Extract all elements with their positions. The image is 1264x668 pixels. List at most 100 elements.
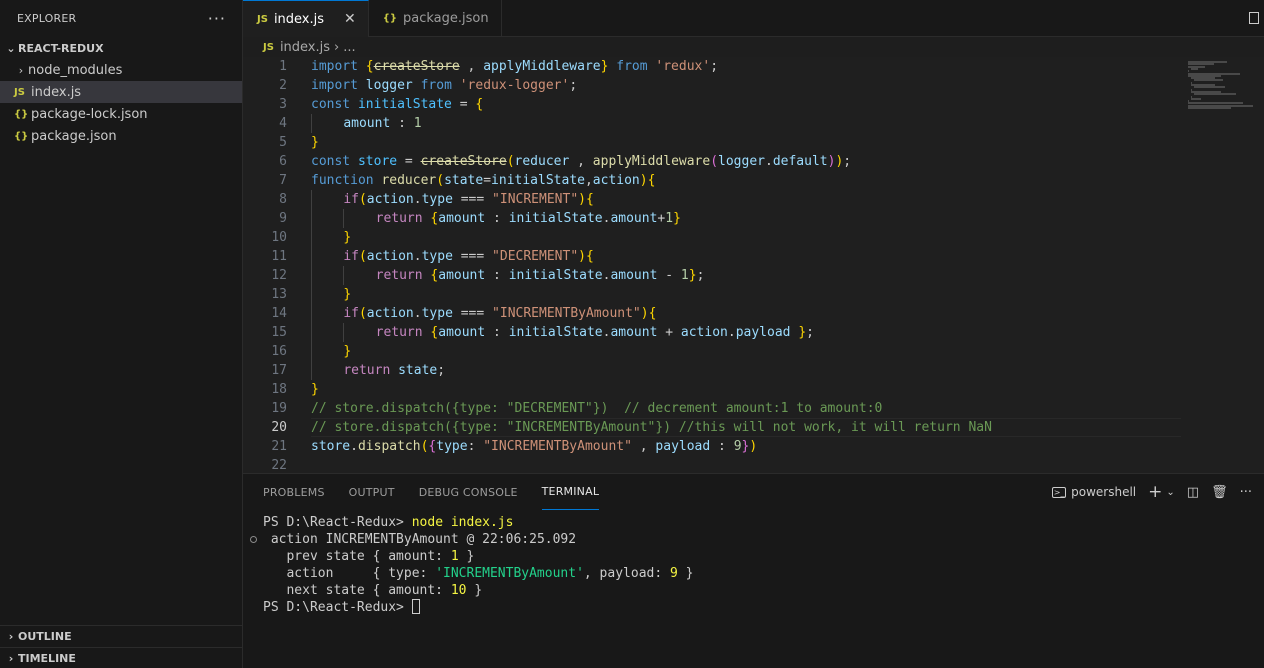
tree-item-node-modules[interactable]: › node_modules [0, 59, 242, 81]
code-editor[interactable]: 1 2 3 4 5 6 7 8 9 10 11 12 13 14 15 16 17 18 19 20 21 22 impo… [243, 57, 1264, 473]
editor-tab-bar: JS index.js ✕ {} package.json [243, 0, 1264, 37]
code-line[interactable]: import logger from 'redux-logger'; [311, 76, 1181, 95]
terminal-line: action { type: 'INCREMENTByAmount', payl… [263, 565, 693, 582]
terminal-profile-button[interactable]: >_ powershell [1052, 485, 1136, 499]
code-line[interactable]: } [311, 228, 1181, 247]
trash-icon[interactable]: 🗑 [1211, 485, 1228, 500]
terminal-line: action INCREMENTByAmount @ 22:06:25.092 [250, 531, 693, 548]
tree-item-package-lock-json[interactable]: {} package-lock.json [0, 103, 242, 125]
shell-name: powershell [1071, 485, 1137, 499]
log-prev-value: 1 [450, 549, 459, 564]
json-file-icon: {} [14, 108, 29, 120]
line-number: 19 [271, 401, 287, 416]
code-line[interactable]: return {amount : initialState.amount + a… [311, 323, 1181, 342]
code-line[interactable]: } [311, 285, 1181, 304]
split-editor-icon[interactable] [1244, 0, 1264, 36]
ellipsis-icon[interactable]: ··· [208, 9, 226, 28]
line-number: 22 [271, 458, 287, 473]
code-line[interactable]: function reducer(state=initialState,acti… [311, 171, 1181, 190]
code-line[interactable]: // store.dispatch({type: "INCREMENTByAmo… [311, 418, 1181, 437]
tab-package-json[interactable]: {} package.json [369, 0, 502, 37]
line-number: 9 [279, 211, 287, 226]
line-number: 11 [271, 249, 287, 264]
explorer-title: EXPLORER [17, 12, 77, 25]
log-prev-label: prev state { amount: [263, 549, 451, 564]
tab-output[interactable]: OUTPUT [349, 474, 395, 510]
log-prev-close: } [458, 549, 475, 564]
plus-icon: + [1148, 482, 1163, 502]
tree-item-label: package-lock.json [31, 106, 148, 122]
breadcrumb-symbols[interactable]: ... [343, 40, 355, 55]
line-number: 1 [279, 59, 287, 74]
js-file-icon: JS [14, 86, 25, 98]
terminal-line: prev state { amount: 1 } [263, 548, 693, 565]
code-line[interactable]: import {createStore , applyMiddleware} f… [311, 57, 1181, 76]
close-icon[interactable]: ✕ [344, 11, 356, 27]
tab-debug-console[interactable]: DEBUG CONSOLE [419, 474, 518, 510]
tree-item-label: package.json [31, 128, 117, 144]
chevron-down-icon: ⌄ [1166, 486, 1175, 498]
tab-problems[interactable]: PROBLEMS [263, 474, 325, 510]
code-line[interactable]: store.dispatch({type: "INCREMENTByAmount… [311, 437, 1181, 456]
line-number: 14 [271, 306, 287, 321]
code-line[interactable]: } [311, 133, 1181, 152]
timeline-section-header[interactable]: › TIMELINE [0, 647, 243, 668]
code-line[interactable]: const initialState = { [311, 95, 1181, 114]
tab-index-js[interactable]: JS index.js ✕ [243, 0, 369, 37]
code-line[interactable]: return {amount : initialState.amount+1} [311, 209, 1181, 228]
log-next-label: next state { amount: [263, 583, 451, 598]
line-number: 8 [279, 192, 287, 207]
tab-terminal[interactable]: TERMINAL [541, 474, 600, 510]
breadcrumb-file[interactable]: index.js [280, 40, 330, 55]
code-line[interactable]: return {amount : initialState.amount - 1… [311, 266, 1181, 285]
line-number: 5 [279, 135, 287, 150]
ellipsis-icon[interactable]: ··· [1240, 485, 1252, 500]
code-line[interactable] [311, 456, 1181, 473]
log-action-title: action INCREMENTByAmount @ [263, 532, 483, 547]
chevron-right-icon: › [334, 39, 340, 55]
line-number: 7 [279, 173, 287, 188]
code-line[interactable]: amount : 1 [311, 114, 1181, 133]
outline-label: OUTLINE [18, 630, 72, 643]
line-number: 20 [271, 420, 287, 435]
line-number: 17 [271, 363, 287, 378]
code-line[interactable]: return state; [311, 361, 1181, 380]
outline-section-header[interactable]: › OUTLINE [0, 625, 243, 647]
line-number: 12 [271, 268, 287, 283]
chevron-down-icon: ⌄ [6, 41, 16, 55]
code-area[interactable]: import {createStore , applyMiddleware} f… [311, 57, 1181, 473]
code-line[interactable]: // store.dispatch({type: "DECREMENT"}) /… [311, 399, 1181, 418]
terminal-output[interactable]: PS D:\React-Redux> node index.js action … [250, 514, 693, 616]
terminal-cursor [411, 599, 420, 614]
tree-item-index-js[interactable]: JS index.js [0, 81, 242, 103]
json-file-icon: {} [14, 130, 29, 142]
js-file-icon: JS [257, 13, 268, 25]
log-action-payload: 9 [670, 566, 678, 581]
code-line[interactable]: if(action.type === "INCREMENT"){ [311, 190, 1181, 209]
chevron-right-icon: › [8, 630, 14, 643]
split-terminal-icon[interactable]: ◫ [1187, 485, 1199, 500]
chevron-right-icon: › [8, 652, 14, 665]
terminal-line: next state { amount: 10 } [263, 582, 693, 599]
project-name: REACT-REDUX [18, 41, 104, 55]
minimap[interactable] [1188, 57, 1258, 117]
log-next-value: 10 [450, 583, 467, 598]
code-line[interactable]: if(action.type === "DECREMENT"){ [311, 247, 1181, 266]
terminal-line: PS D:\React-Redux> [263, 599, 693, 616]
project-folder-header[interactable]: ⌄ REACT-REDUX [0, 37, 242, 59]
code-line[interactable]: } [311, 380, 1181, 399]
new-terminal-button[interactable]: + ⌄ [1148, 482, 1175, 502]
code-line[interactable]: if(action.type === "INCREMENTByAmount"){ [311, 304, 1181, 323]
minimap-line [1190, 67, 1199, 70]
log-action-label: action { type: [263, 566, 436, 581]
line-number: 16 [271, 344, 287, 359]
log-timestamp: 22:06:25.092 [482, 532, 577, 547]
code-line[interactable]: } [311, 342, 1181, 361]
line-number: 3 [279, 97, 287, 112]
chevron-right-icon: › [18, 63, 24, 77]
code-line[interactable]: const store = createStore(reducer , appl… [311, 152, 1181, 171]
line-number: 2 [279, 78, 287, 93]
tree-item-package-json[interactable]: {} package.json [0, 125, 242, 147]
log-action-close: } [677, 566, 694, 581]
minimap-line [1193, 93, 1236, 96]
